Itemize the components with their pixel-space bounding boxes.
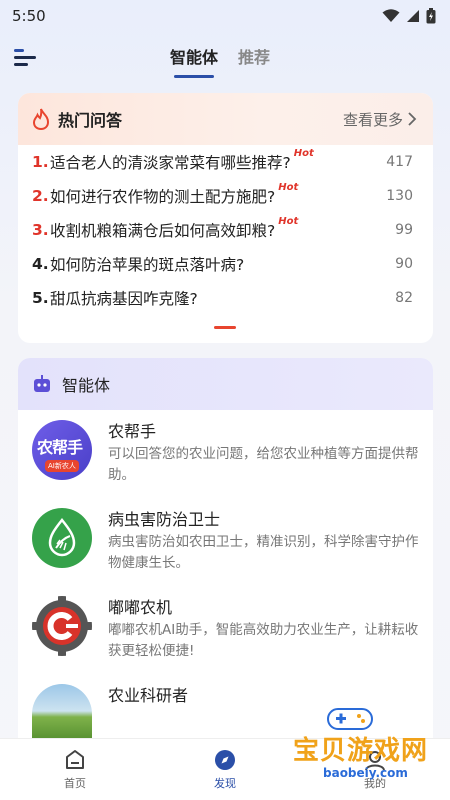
- agent-item[interactable]: 病虫害防治卫士 病虫害防治如农田卫士，精准识别，科学除害守护作物健康生长。: [18, 498, 433, 586]
- hot-qa-card: 热门问答 查看更多 1. 适合老人的清淡家常菜有哪些推荐? Hot 417 2.…: [18, 93, 433, 343]
- fire-icon: [32, 108, 50, 130]
- hot-qa-title: 热门问答: [58, 111, 123, 130]
- question-rank: 2.: [32, 187, 49, 205]
- nav-discover[interactable]: 发现: [150, 739, 300, 800]
- status-icons: [382, 8, 436, 24]
- agent-name: 农帮手: [108, 422, 157, 441]
- agent-list: 农帮手 AI新农人 农帮手 可以回答您的农业问题，给您农业种植等方面提供帮助。 …: [18, 410, 433, 738]
- compass-icon: [215, 749, 235, 770]
- nav-home[interactable]: 首页: [0, 739, 150, 800]
- question-count: 90: [395, 256, 413, 272]
- agents-card: 智能体 农帮手 AI新农人 农帮手 可以回答您的农业问题，给您农业种植等方面提供…: [18, 358, 433, 738]
- tab-agents[interactable]: 智能体: [170, 44, 218, 78]
- status-bar: 5:50: [0, 0, 450, 32]
- question-count: 417: [386, 154, 413, 170]
- tab-recommend[interactable]: 推荐: [238, 44, 270, 68]
- agent-description: 嘟嘟农机AI助手，智能高效助力农业生产，让耕耘收获更轻松便捷!: [108, 622, 419, 659]
- field-photo: [32, 684, 92, 738]
- question-text: 适合老人的清淡家常菜有哪些推荐?: [50, 154, 291, 172]
- question-text: 收割机粮箱满仓后如何高效卸粮?: [50, 222, 276, 240]
- top-bar: 智能体 推荐: [0, 38, 450, 78]
- nongbangshou-logo: 农帮手 AI新农人: [32, 420, 92, 480]
- nav-discover-label: 发现: [214, 776, 236, 790]
- hot-question-item[interactable]: 1. 适合老人的清淡家常菜有哪些推荐? Hot 417: [32, 145, 419, 179]
- question-count: 130: [386, 188, 413, 204]
- hot-question-item[interactable]: 4. 如何防治苹果的斑点落叶病? 90: [32, 247, 419, 281]
- question-count: 82: [395, 290, 413, 306]
- hot-question-list: 1. 适合老人的清淡家常菜有哪些推荐? Hot 417 2. 如何进行农作物的测…: [18, 145, 433, 315]
- question-rank: 1.: [32, 153, 49, 171]
- hot-question-item[interactable]: 5. 甜瓜抗病基因咋克隆? 82: [32, 281, 419, 315]
- menu-button[interactable]: [12, 44, 40, 72]
- agents-title: 智能体: [62, 376, 111, 395]
- agent-description: 病虫害防治如农田卫士，精准识别，科学除害守护作物健康生长。: [108, 534, 419, 571]
- battery-icon: [426, 8, 436, 24]
- watermark-text: 宝贝游戏网: [293, 736, 429, 766]
- avatar-text: 农帮手: [37, 438, 83, 457]
- leaf-drop-icon: [32, 508, 92, 568]
- signal-icon: [407, 10, 419, 22]
- question-text: 甜瓜抗病基因咋克隆?: [50, 290, 198, 308]
- agent-name: 农业科研者: [108, 686, 189, 705]
- tab-bar: 智能体 推荐: [170, 44, 270, 78]
- question-text: 如何防治苹果的斑点落叶病?: [50, 256, 245, 274]
- home-icon: [66, 749, 84, 769]
- page-indicator: [214, 326, 236, 329]
- agent-name: 嘟嘟农机: [108, 598, 173, 617]
- robot-icon: [34, 375, 50, 392]
- watermark-url: baobeiy.com: [323, 766, 408, 780]
- chevron-right-icon: [408, 112, 417, 126]
- hot-badge: Hot: [278, 181, 299, 193]
- agents-header: 智能体: [18, 358, 433, 410]
- agent-name: 病虫害防治卫士: [108, 510, 221, 529]
- view-more-label: 查看更多: [342, 110, 403, 129]
- agent-description: 可以回答您的农业问题，给您农业种植等方面提供帮助。: [108, 446, 419, 483]
- agent-item[interactable]: 农帮手 AI新农人 农帮手 可以回答您的农业问题，给您农业种植等方面提供帮助。: [18, 410, 433, 498]
- agent-item[interactable]: 嘟嘟农机 嘟嘟农机AI助手，智能高效助力农业生产，让耕耘收获更轻松便捷!: [18, 586, 433, 674]
- nav-home-label: 首页: [64, 776, 86, 790]
- status-time: 5:50: [12, 7, 46, 25]
- question-rank: 3.: [32, 221, 49, 239]
- question-rank: 5.: [32, 289, 49, 307]
- gear-c-icon: [32, 596, 92, 656]
- view-more-link[interactable]: 查看更多: [343, 109, 417, 130]
- hot-badge: Hot: [278, 215, 299, 227]
- hot-badge: Hot: [293, 147, 314, 159]
- hot-question-item[interactable]: 2. 如何进行农作物的测土配方施肥? Hot 130: [32, 179, 419, 213]
- wifi-icon: [382, 9, 400, 22]
- question-count: 99: [395, 222, 413, 238]
- hot-question-item[interactable]: 3. 收割机粮箱满仓后如何高效卸粮? Hot 99: [32, 213, 419, 247]
- watermark: 宝贝游戏网 baobeiy.com: [283, 700, 443, 790]
- question-rank: 4.: [32, 255, 49, 273]
- avatar-subtext: AI新农人: [45, 460, 79, 472]
- hot-qa-header: 热门问答 查看更多: [18, 93, 433, 145]
- question-text: 如何进行农作物的测土配方施肥?: [50, 188, 276, 206]
- menu-icon: [14, 49, 36, 66]
